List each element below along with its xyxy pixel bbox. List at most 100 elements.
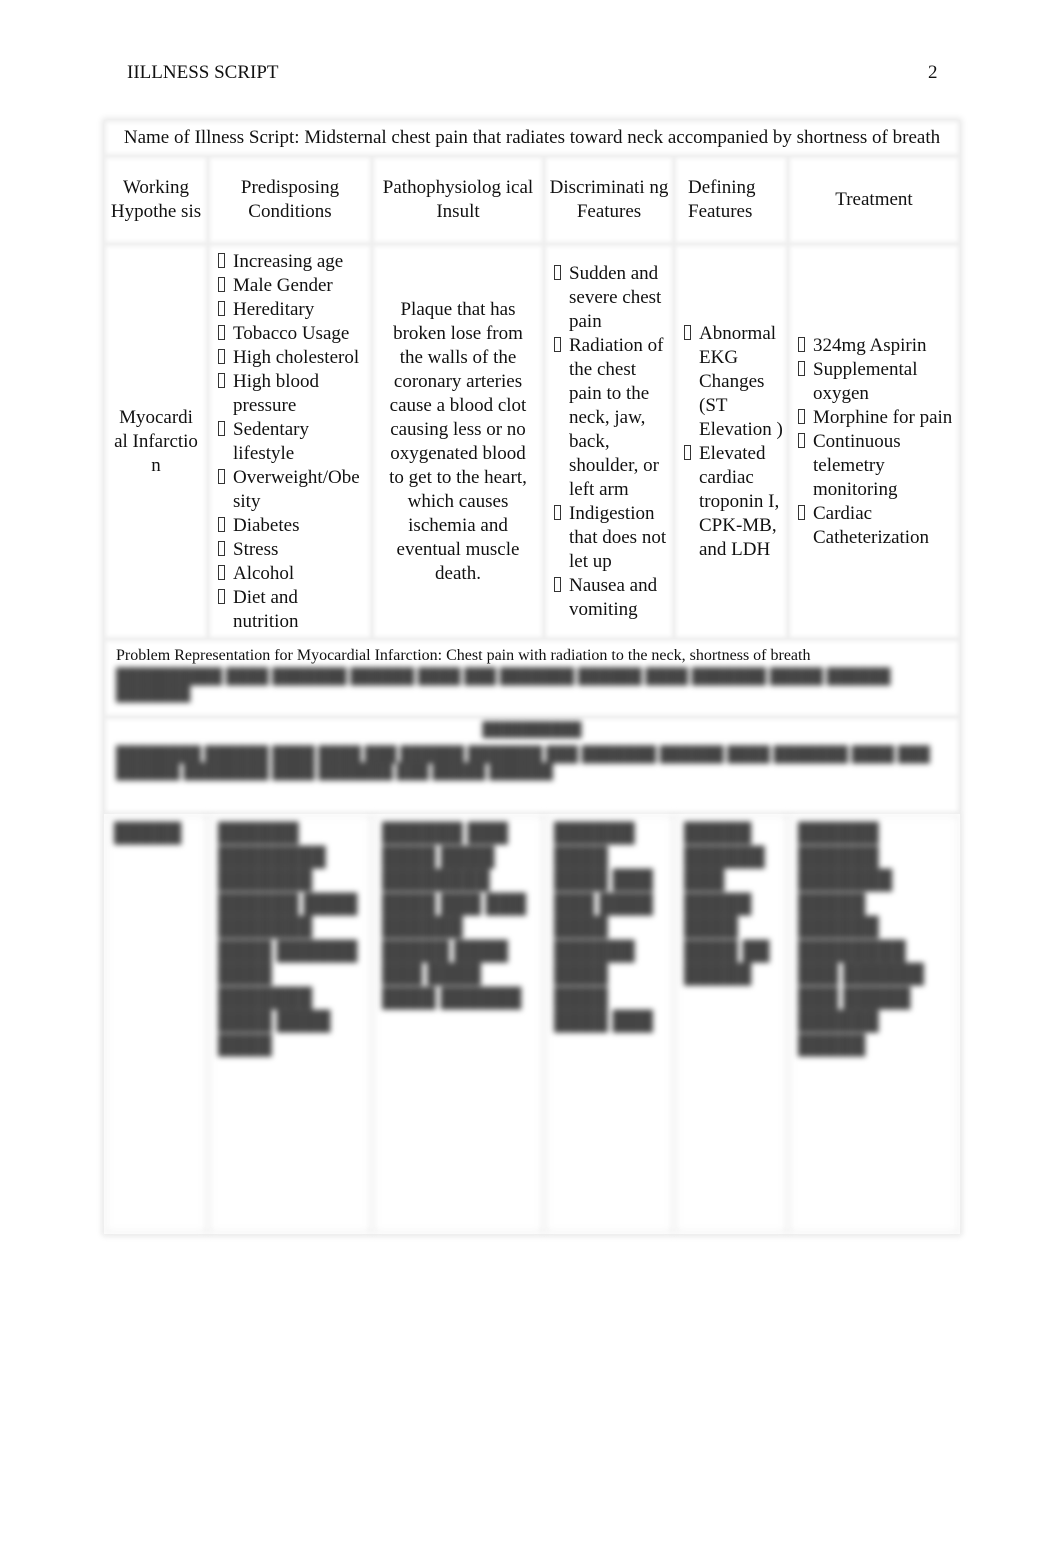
- cell-pathophysiology: Plaque that has broken lose from the wal…: [372, 244, 544, 639]
- col-header-pathophysiology: Pathophysiolog ical Insult: [372, 156, 544, 244]
- list-item: Continuous telemetry monitoring: [798, 430, 956, 502]
- bullet-icon: [218, 252, 225, 268]
- obscured-cell: █████ ██████ ███ █████ ████ ████ ██ ████…: [674, 814, 788, 1234]
- list-item: Elevated cardiac troponin I, CPK-MB, and…: [684, 442, 784, 562]
- list-item-text: Morphine for pain: [813, 406, 953, 428]
- bullet-icon: [554, 576, 561, 592]
- list-item: Indigestion that does not let up: [554, 502, 670, 574]
- table-title: Name of Illness Script: Midsternal chest…: [104, 120, 960, 156]
- cell-defining: Abnormal EKG Changes (ST Elevation ) Elev…: [674, 244, 788, 639]
- obscured-cell: ██████ ███ ████ ████ ████████ ████ ███ █…: [372, 814, 544, 1234]
- bullet-icon: [684, 444, 691, 460]
- list-item-text: Sedentary lifestyle: [233, 418, 309, 464]
- problem-representation-row: Problem Representation for Myocardial In…: [104, 639, 960, 717]
- list-item-text: Tobacco Usage: [233, 322, 350, 344]
- bullet-icon: [798, 360, 805, 376]
- cell-discriminating: Sudden and severe chest pain Radiation of…: [544, 244, 674, 639]
- list-item: 324mg Aspirin: [798, 334, 956, 358]
- header-row: Working Hypothe sis Predisposing Conditi…: [104, 156, 960, 244]
- list-item-text: Diet and nutrition: [233, 586, 299, 632]
- cell-predisposing: Increasing age Male Gender Hereditary Tobac…: [208, 244, 372, 639]
- list-item: Tobacco Usage: [218, 322, 368, 346]
- bullet-icon: [218, 420, 225, 436]
- bullet-icon: [554, 264, 561, 280]
- hypothesis-text: Myocardi al Infarctio n: [114, 406, 198, 476]
- list-item-text: Overweight/Obe sity: [233, 466, 360, 512]
- bullet-icon: [798, 504, 805, 520]
- bullet-icon: [218, 516, 225, 532]
- list-item: Male Gender: [218, 274, 368, 298]
- list-item: Diabetes: [218, 514, 368, 538]
- list-item: Stress: [218, 538, 368, 562]
- list-item: Sedentary lifestyle: [218, 418, 368, 466]
- list-item: Alcohol: [218, 562, 368, 586]
- col-header-treatment: Treatment: [788, 156, 960, 244]
- bullet-icon: [218, 276, 225, 292]
- bullet-icon: [218, 588, 225, 604]
- obscured-text: ██████████ ████ ███████ ██████ ████ ███ …: [116, 669, 891, 702]
- list-item: Radiation of the chest pain to the neck,…: [554, 334, 670, 502]
- problem-representation-text: Problem Representation for Myocardial In…: [116, 647, 811, 664]
- cell-working-hypothesis: Myocardi al Infarctio n: [104, 244, 208, 639]
- list-item-text: Diabetes: [233, 514, 300, 536]
- bullet-icon: [684, 324, 691, 340]
- list-item-text: Indigestion that does not let up: [569, 502, 667, 572]
- col-header-working-hypothesis: Working Hypothe sis: [104, 156, 208, 244]
- list-item-text: 324mg Aspirin: [813, 334, 927, 356]
- bullet-icon: [798, 432, 805, 448]
- obscured-cell: ██████ ██████ ███████ █████ ██████ █████…: [788, 814, 960, 1234]
- list-item-text: Elevated cardiac troponin I, CPK-MB, and…: [699, 442, 780, 560]
- list-item: Overweight/Obe sity: [218, 466, 368, 514]
- col-header-discriminating: Discriminati ng Features: [544, 156, 674, 244]
- bullet-icon: [798, 408, 805, 424]
- illness-script-table: Name of Illness Script: Midsternal chest…: [104, 120, 960, 1234]
- bullet-icon: [218, 372, 225, 388]
- list-item-text: Stress: [233, 538, 279, 560]
- list-item-text: High blood pressure: [233, 370, 320, 416]
- list-item-text: Abnormal EKG Changes (ST Elevation ): [699, 322, 783, 440]
- list-item: Supplemental oxygen: [798, 358, 956, 406]
- defining-list: Abnormal EKG Changes (ST Elevation ) Elev…: [674, 322, 788, 562]
- list-item: Hereditary: [218, 298, 368, 322]
- list-item-text: Alcohol: [233, 562, 295, 584]
- treatment-list: 324mg Aspirin Supplemental oxygen Morphine…: [788, 334, 960, 550]
- list-item-text: Nausea and vomiting: [569, 574, 658, 620]
- pathophysiology-text: Plaque that has broken lose from the wal…: [389, 298, 527, 584]
- obscured-cell: ██████ ████ ████ ███ ███ ████ ████ █████…: [544, 814, 674, 1234]
- bullet-icon: [218, 348, 225, 364]
- list-item: Abnormal EKG Changes (ST Elevation ): [684, 322, 784, 442]
- bullet-icon: [218, 564, 225, 580]
- list-item-text: Radiation of the chest pain to the neck,…: [569, 334, 664, 500]
- predisposing-list: Increasing age Male Gender Hereditary Tobac…: [208, 250, 372, 634]
- running-head: IILLNESS SCRIPT: [127, 62, 279, 83]
- bullet-icon: [798, 336, 805, 352]
- col-header-predisposing: Predisposing Conditions: [208, 156, 372, 244]
- bullet-icon: [218, 540, 225, 556]
- bullet-icon: [554, 336, 561, 352]
- list-item-text: Cardiac Catheterization: [813, 502, 930, 548]
- obscured-reference-row: ██████████ ████████ ██████ ████ ████ ███…: [104, 717, 960, 814]
- list-item-text: High cholesterol: [233, 346, 360, 368]
- list-item: High blood pressure: [218, 370, 368, 418]
- obscured-row: █████ ██████ ████████ ███████ ██████ ███…: [104, 814, 960, 1234]
- list-item-text: Male Gender: [233, 274, 333, 296]
- obscured-cell: ██████ ████████ ███████ ██████ ████ ████…: [208, 814, 372, 1234]
- list-item: Increasing age: [218, 250, 368, 274]
- bullet-icon: [218, 300, 225, 316]
- table-row: Myocardi al Infarctio n Increasing age Ma…: [104, 244, 960, 639]
- cell-treatment: 324mg Aspirin Supplemental oxygen Morphine…: [788, 244, 960, 639]
- list-item-text: Increasing age: [233, 250, 344, 272]
- list-item-text: Supplemental oxygen: [813, 358, 918, 404]
- obscured-heading: ██████████: [482, 723, 582, 738]
- list-item-text: Continuous telemetry monitoring: [813, 430, 901, 500]
- page-number: 2: [928, 62, 938, 83]
- bullet-icon: [218, 324, 225, 340]
- list-item: Nausea and vomiting: [554, 574, 670, 622]
- obscured-cell: █████: [104, 814, 208, 1234]
- list-item: High cholesterol: [218, 346, 368, 370]
- obscured-reference: ████████ ██████ ████ ████ ███ ██████ ███…: [116, 747, 930, 780]
- bullet-icon: [554, 504, 561, 520]
- bullet-icon: [218, 468, 225, 484]
- discriminating-list: Sudden and severe chest pain Radiation of…: [544, 262, 674, 622]
- list-item: Morphine for pain: [798, 406, 956, 430]
